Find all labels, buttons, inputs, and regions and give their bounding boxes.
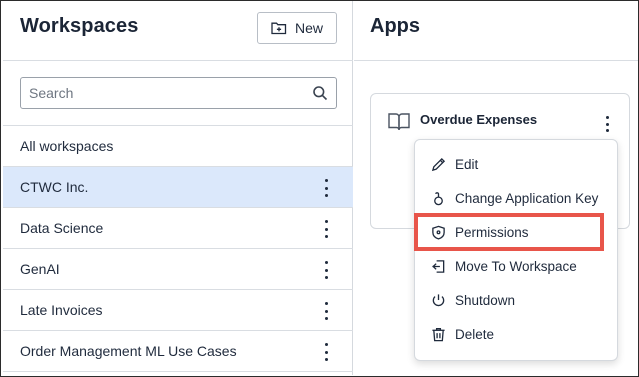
apps-header: Apps	[354, 1, 638, 61]
workspace-item-data-science[interactable]: Data Science	[3, 208, 353, 249]
book-icon	[388, 113, 410, 131]
shield-icon	[432, 225, 445, 240]
workspace-label: Order Management ML Use Cases	[20, 343, 237, 359]
key-icon	[434, 191, 443, 205]
workspace-item-order-management[interactable]: Order Management ML Use Cases	[3, 331, 353, 372]
workspace-item-all[interactable]: All workspaces	[3, 126, 353, 167]
workspaces-panel: Workspaces New All workspaces CTWC Inc.	[3, 1, 353, 375]
pencil-icon	[431, 157, 446, 171]
menu-item-label: Change Application Key	[455, 190, 599, 206]
more-options-icon[interactable]	[323, 220, 329, 238]
search-input[interactable]	[29, 85, 312, 101]
menu-item-label: Move To Workspace	[455, 258, 577, 274]
new-workspace-button[interactable]: New	[257, 12, 337, 44]
search-icon[interactable]	[312, 85, 328, 101]
app-context-menu: Edit Change Application Key Permissions …	[414, 139, 618, 361]
apps-panel: Apps Overdue Expenses Edit Change Applic…	[354, 1, 638, 375]
more-options-icon[interactable]	[323, 179, 329, 197]
workspace-label: Data Science	[20, 220, 104, 236]
trash-icon	[432, 327, 445, 341]
workspace-item-late-invoices[interactable]: Late Invoices	[3, 290, 353, 331]
menu-item-delete[interactable]: Delete	[415, 317, 619, 351]
menu-item-edit[interactable]: Edit	[415, 147, 619, 181]
workspace-item-ctwc[interactable]: CTWC Inc.	[3, 167, 353, 208]
menu-item-change-application-key[interactable]: Change Application Key	[415, 181, 619, 215]
menu-item-label: Edit	[455, 156, 479, 172]
search-box[interactable]	[20, 77, 337, 109]
workspaces-title: Workspaces	[20, 15, 139, 37]
menu-item-label: Permissions	[455, 224, 529, 240]
menu-item-permissions[interactable]: Permissions	[414, 213, 604, 251]
power-icon	[432, 293, 445, 306]
menu-item-label: Delete	[455, 326, 495, 342]
menu-item-shutdown[interactable]: Shutdown	[415, 283, 619, 317]
new-button-label: New	[294, 20, 323, 36]
workspace-label: GenAI	[20, 261, 60, 277]
app-name: Overdue Expenses	[420, 112, 538, 127]
workspace-list: All workspaces CTWC Inc. Data Science Ge…	[3, 126, 353, 372]
workspaces-header: Workspaces New	[3, 1, 353, 61]
workspace-item-genai[interactable]: GenAI	[3, 249, 353, 290]
search-area	[3, 62, 353, 126]
workspace-label: All workspaces	[20, 138, 114, 154]
workspace-label: Late Invoices	[20, 302, 103, 318]
menu-item-label: Shutdown	[455, 292, 516, 308]
more-options-icon[interactable]	[323, 261, 329, 279]
workspace-label: CTWC Inc.	[20, 179, 89, 195]
menu-item-move-to-workspace[interactable]: Move To Workspace	[415, 249, 619, 283]
more-options-icon[interactable]	[323, 302, 329, 320]
more-options-icon[interactable]	[323, 343, 329, 361]
new-folder-icon	[271, 22, 287, 35]
app-more-options-icon[interactable]	[604, 116, 610, 132]
apps-title: Apps	[370, 15, 420, 37]
move-icon	[432, 259, 445, 273]
